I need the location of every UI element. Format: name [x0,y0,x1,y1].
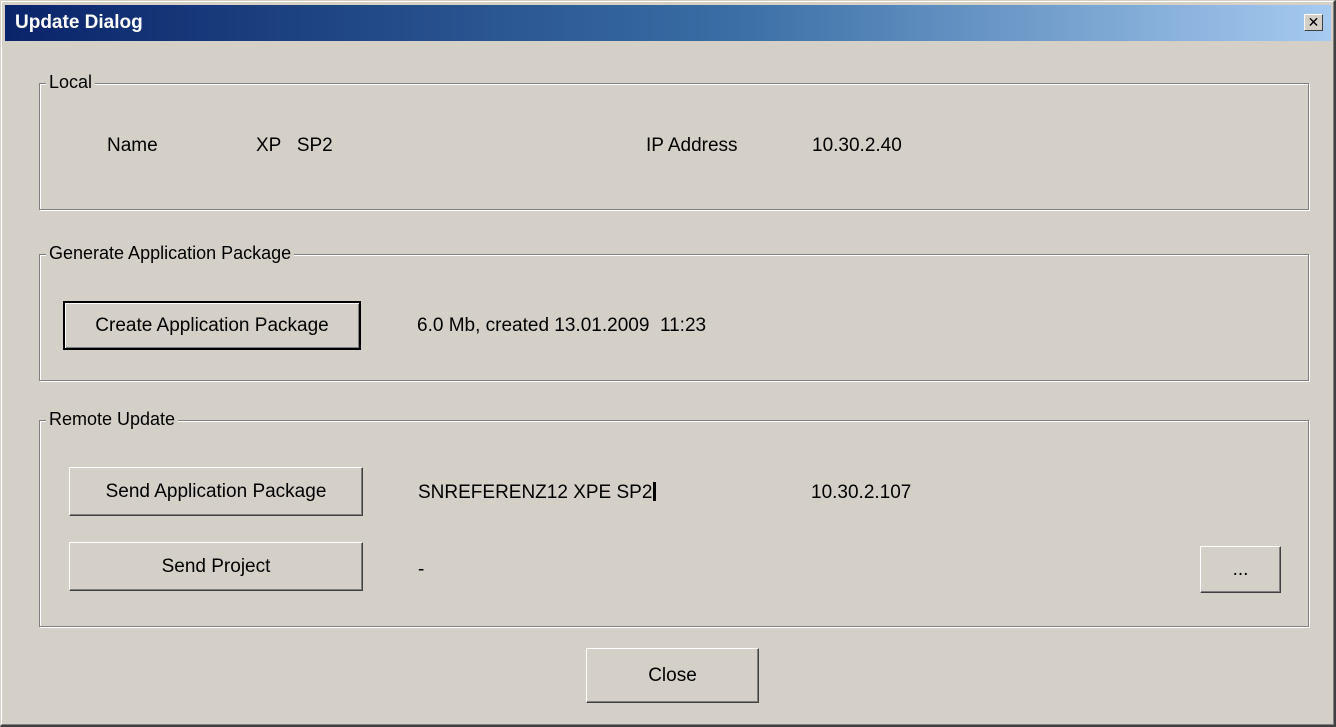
text-caret [653,482,657,501]
package-info: 6.0 Mb, created 13.01.2009 11:23 [417,315,707,336]
project-value: - [418,559,425,580]
send-project-button[interactable]: Send Project [69,542,363,591]
update-dialog-window: Update Dialog ✕ Local Name XP SP2 IP Add… [0,0,1336,727]
remote-update-legend: Remote Update [46,409,179,430]
create-package-button[interactable]: Create Application Package [63,301,361,350]
close-button[interactable]: Close [586,648,759,703]
local-groupbox: Local Name XP SP2 IP Address 10.30.2.40 [39,72,1309,210]
name-value: XP SP2 [256,135,333,156]
generate-package-legend: Generate Application Package [46,243,295,264]
send-package-button[interactable]: Send Application Package [69,467,363,516]
target-ip-value: 10.30.2.107 [811,482,912,503]
window-title: Update Dialog [15,12,143,33]
ip-address-label: IP Address [646,135,738,156]
close-icon[interactable]: ✕ [1304,14,1323,31]
target-name-field[interactable]: SNREFERENZ12 XPE SP2 [418,482,657,504]
target-name-value: SNREFERENZ12 XPE SP2 [418,482,653,503]
browse-button[interactable]: ... [1200,546,1281,593]
local-legend: Local [46,72,96,93]
name-label: Name [107,135,158,156]
title-bar[interactable]: Update Dialog ✕ [5,5,1331,41]
generate-package-groupbox: Generate Application Package Create Appl… [39,243,1309,381]
ip-address-value: 10.30.2.40 [812,135,902,156]
remote-update-groupbox: Remote Update Send Application Package S… [39,409,1309,627]
